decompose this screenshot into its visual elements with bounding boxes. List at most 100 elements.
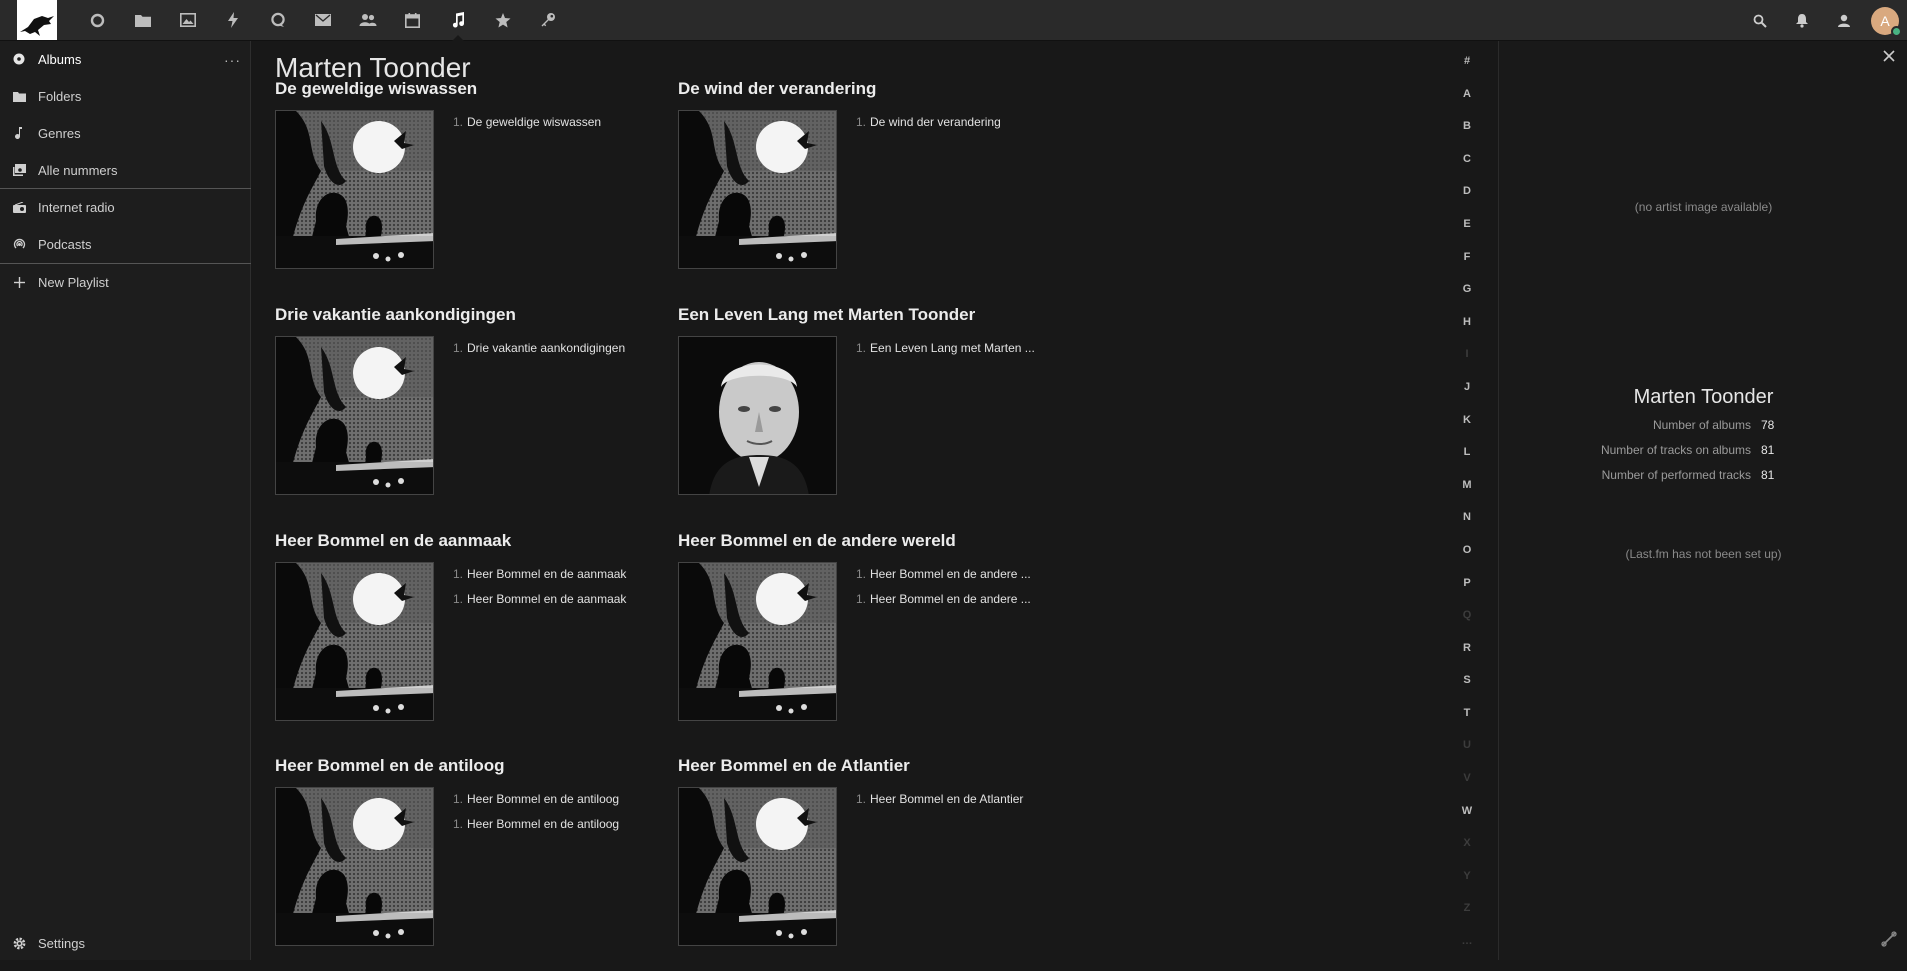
alphabet-letter[interactable]: A <box>1457 88 1477 121</box>
alphabet-letter: Y <box>1463 869 1471 882</box>
track-number: 1. <box>856 567 867 581</box>
alphabet-letter[interactable]: N <box>1457 511 1477 544</box>
album-cover[interactable] <box>678 562 837 721</box>
stat-label: Number of tracks on albums <box>1600 443 1751 457</box>
track-item[interactable]: 1. De wind der verandering <box>856 115 1071 140</box>
alphabet-letter[interactable]: H <box>1457 316 1477 349</box>
alphabet-letter[interactable]: J <box>1457 381 1477 414</box>
alphabet-letter[interactable]: K <box>1457 414 1477 447</box>
track-item[interactable]: 1. Heer Bommel en de aanmaak <box>453 592 668 617</box>
album-cover[interactable] <box>275 336 434 495</box>
ruler-tool-icon[interactable] <box>1881 931 1897 952</box>
calendar-icon[interactable] <box>390 0 435 41</box>
new-playlist-button[interactable]: New Playlist <box>0 264 251 300</box>
genre-icon <box>0 127 38 139</box>
track-item[interactable]: 1. Heer Bommel en de aanmaak <box>453 567 668 592</box>
album-cover[interactable] <box>275 787 434 946</box>
track-item[interactable]: 1. Heer Bommel en de antiloog <box>453 817 668 842</box>
activity-icon[interactable] <box>210 0 255 41</box>
track-title: De geweldige wiswassen <box>467 115 602 129</box>
more-options-icon[interactable]: ··· <box>224 52 241 68</box>
sidebar-item-genres[interactable]: Genres <box>0 115 251 151</box>
album-title[interactable]: De geweldige wiswassen <box>275 79 477 99</box>
track-list: 1. De geweldige wiswassen <box>453 115 668 140</box>
settings-button[interactable]: Settings <box>0 928 251 958</box>
alphabet-letter[interactable]: L <box>1457 446 1477 479</box>
dashboard-icon[interactable] <box>75 0 120 41</box>
alphabet-letter[interactable]: B <box>1457 120 1477 153</box>
sidebar-item-label: Internet radio <box>38 199 115 215</box>
track-title: Heer Bommel en de Atlantier <box>870 792 1024 806</box>
stat-label: Number of albums <box>1652 418 1751 432</box>
sidebar-item-folders[interactable]: Folders <box>0 78 251 114</box>
files-icon[interactable] <box>120 0 165 41</box>
track-item[interactable]: 1. Drie vakantie aankondigingen <box>453 341 668 366</box>
mail-icon[interactable] <box>300 0 345 41</box>
track-item[interactable]: 1. Heer Bommel en de andere ... <box>856 567 1071 592</box>
notifications-icon[interactable] <box>1781 0 1823 41</box>
album-title[interactable]: Heer Bommel en de aanmaak <box>275 531 511 551</box>
album-card: Heer Bommel en de aanmaak 1. Heer Bommel e… <box>275 531 665 746</box>
photos-icon[interactable] <box>165 0 210 41</box>
alphabet-letter[interactable]: O <box>1457 544 1477 577</box>
app-logo[interactable] <box>17 0 57 40</box>
sidebar-item-albums[interactable]: Albums ··· <box>0 41 251 77</box>
album-cover[interactable] <box>678 336 837 495</box>
album-title[interactable]: Een Leven Lang met Marten Toonder <box>678 305 975 325</box>
track-title: De wind der verandering <box>870 115 1001 129</box>
alphabet-letter[interactable]: M <box>1457 479 1477 512</box>
star-icon[interactable] <box>480 0 525 41</box>
album-title[interactable]: De wind der verandering <box>678 79 876 99</box>
track-number: 1. <box>453 341 464 355</box>
contacts-icon[interactable] <box>345 0 390 41</box>
alphabet-letter[interactable]: R <box>1457 642 1477 675</box>
alphabet-letter[interactable]: S <box>1457 674 1477 707</box>
track-number: 1. <box>856 341 867 355</box>
album-title[interactable]: Heer Bommel en de andere wereld <box>678 531 956 551</box>
alphabet-letter[interactable]: F <box>1457 251 1477 284</box>
alphabet-letter[interactable]: D <box>1457 185 1477 218</box>
sidebar-item-label: New Playlist <box>38 274 109 290</box>
album-title[interactable]: Heer Bommel en de Atlantier <box>678 756 910 776</box>
podcast-icon <box>0 238 38 251</box>
alphabet-letter: U <box>1463 739 1471 752</box>
passwords-icon[interactable] <box>525 0 570 41</box>
alphabet-letter[interactable]: T <box>1457 707 1477 740</box>
album-cover-art <box>679 788 836 945</box>
alphabet-letter[interactable]: G <box>1457 283 1477 316</box>
track-item[interactable]: 1. Heer Bommel en de Atlantier <box>856 792 1071 817</box>
album-cover[interactable] <box>275 562 434 721</box>
alphabet-letter[interactable]: C <box>1457 153 1477 186</box>
track-number: 1. <box>856 115 867 129</box>
sidebar-item-podcasts[interactable]: Podcasts <box>0 226 251 262</box>
album-cover[interactable] <box>275 110 434 269</box>
contacts-menu-icon[interactable] <box>1823 0 1865 41</box>
sidebar-item-all-tracks[interactable]: Alle nummers <box>0 152 251 188</box>
alphabet-letter[interactable]: W <box>1457 805 1477 838</box>
album-card: Heer Bommel en de andere wereld 1. Heer Bo… <box>678 531 1068 746</box>
track-item[interactable]: 1. Heer Bommel en de andere ... <box>856 592 1071 617</box>
album-cover[interactable] <box>678 110 837 269</box>
stat-row: Number of tracks on albums 81 <box>1499 443 1907 468</box>
track-item[interactable]: 1. Een Leven Lang met Marten ... <box>856 341 1071 366</box>
alphabet-letter[interactable]: P <box>1457 577 1477 610</box>
album-cover[interactable] <box>678 787 837 946</box>
album-title[interactable]: Heer Bommel en de antiloog <box>275 756 505 776</box>
music-icon[interactable] <box>435 0 480 41</box>
user-avatar[interactable]: A <box>1871 6 1902 37</box>
track-item[interactable]: 1. Heer Bommel en de antiloog <box>453 792 668 817</box>
gear-icon <box>0 937 38 950</box>
sidebar-item-label: Alle nummers <box>38 162 118 178</box>
close-icon[interactable] <box>1883 49 1895 67</box>
alphabet-letter[interactable]: E <box>1457 218 1477 251</box>
sidebar: Albums ··· Folders Genres Alle nummers I… <box>0 41 251 960</box>
alphabet-letter[interactable]: # <box>1457 55 1477 88</box>
talk-icon[interactable] <box>255 0 300 41</box>
track-item[interactable]: 1. De geweldige wiswassen <box>453 115 668 140</box>
album-cover-art <box>276 337 433 494</box>
album-title[interactable]: Drie vakantie aankondigingen <box>275 305 516 325</box>
stat-label: Number of performed tracks <box>1601 468 1751 482</box>
stat-value: 81 <box>1761 468 1775 482</box>
search-icon[interactable] <box>1739 0 1781 41</box>
sidebar-item-internet-radio[interactable]: Internet radio <box>0 189 251 225</box>
